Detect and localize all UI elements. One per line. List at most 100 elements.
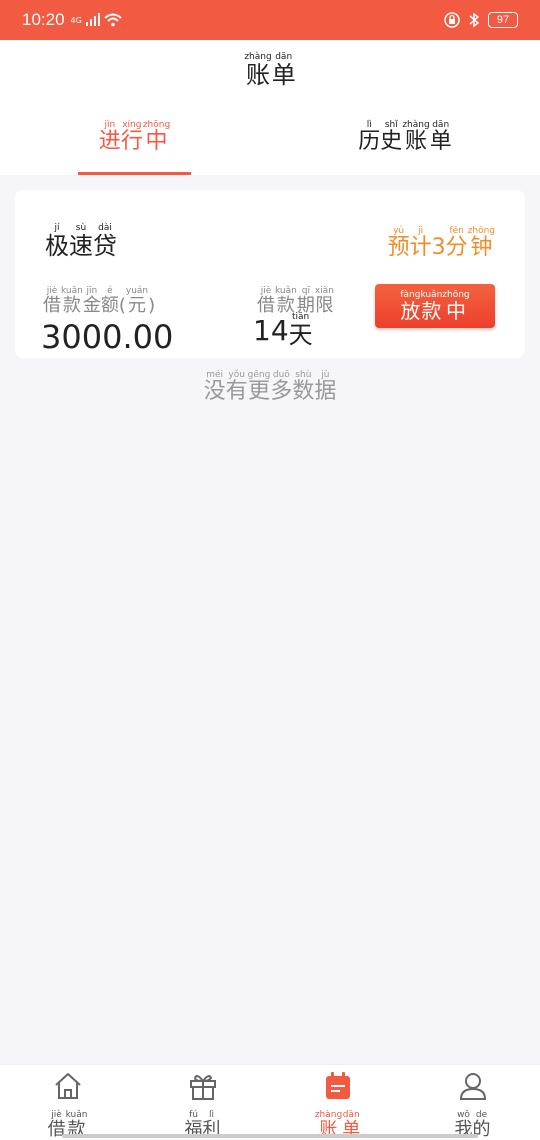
pinyin-char: duō 多 (270, 370, 292, 404)
hanzi: 据 (314, 379, 337, 404)
pinyin-char: jiè 借 (43, 286, 61, 316)
tab-history-bills[interactable]: lì 历 shǐ 史 zhàng 账 dān 单 (345, 120, 465, 154)
pinyin-char: zhōng 钟 (468, 226, 495, 260)
pinyin-char: zhàng 账 (244, 52, 271, 88)
pinyin-char: gēng 更 (248, 370, 271, 404)
hanzi: 单 (429, 129, 452, 154)
hanzi: 3 (431, 235, 446, 260)
term-value: 14 tiān 天 (253, 312, 313, 348)
hanzi: 历 (358, 129, 381, 154)
pinyin-char: lì 历 (358, 120, 380, 154)
bill-icon (321, 1069, 355, 1102)
header: zhàng 账 dān 单 jìn 进 xíng 行 zhōng 中 lì 历 shǐ 史 zhàng 账… (0, 40, 540, 175)
pinyin-char: é额 (101, 286, 119, 316)
hanzi: 借 (43, 295, 61, 316)
amount-value: 3000.00 (41, 318, 174, 356)
product-name: jí 极 sù 速 dài 贷 (45, 215, 117, 259)
pinyin-text: yù 预 jì 计 3 fēn 分 zhōng 钟 (388, 226, 495, 260)
pinyin-char: dān 单 (272, 52, 296, 88)
pinyin-char: tiān 天 (289, 312, 313, 348)
loan-card[interactable]: jí 极 sù 速 dài 贷 yù 预 jì 计 3 fēn 分 zhōng 钟 jiè 借 kuǎn 款 j… (15, 190, 525, 358)
hanzi: ( (118, 295, 126, 316)
pinyin-char: shù 数 (292, 370, 314, 404)
pinyin-text: fàng 放 kuǎn 款 zhōng 中 (400, 290, 469, 322)
pinyin-char: dài 贷 (93, 223, 117, 259)
pinyin-text: jìn 进 xíng 行 zhōng 中 (99, 120, 170, 154)
hanzi: 款 (421, 299, 442, 323)
pinyin-char: méi 没 (204, 370, 226, 404)
hanzi: 单 (271, 61, 296, 89)
term-label: jiè 借 kuǎn 款 qī 期 xiàn 限 (257, 278, 334, 316)
screen: 10:20 4G 97 zhàng 账 dān 单 jìn 进 xíng 行 z… (0, 0, 540, 1140)
signal-icon (85, 13, 100, 26)
status-left-icons: 4G (71, 13, 122, 27)
bottom-nav: jiè 借 kuǎn 款 fú 福 lì 利 zhàng 账 dān 单 wǒ … (0, 1064, 540, 1140)
pinyin-char: jí 极 (45, 223, 69, 259)
pinyin-char: jì 计 (410, 226, 432, 260)
no-more-data-text: méi 没 yǒu 有 gēng 更 duō 多 shù 数 jù 据 (0, 370, 540, 404)
status-time: 10:20 (22, 10, 65, 29)
pinyin-text: jí 极 sù 速 dài 贷 (45, 223, 117, 259)
nav-item-loan[interactable]: jiè 借 kuǎn 款 (0, 1065, 135, 1140)
battery-indicator: 97 (488, 12, 518, 28)
estimate-time: yù 预 jì 计 3 fēn 分 zhōng 钟 (388, 218, 495, 260)
hanzi: 放 (400, 299, 421, 323)
hanzi: 限 (315, 295, 334, 316)
pinyin-text: lì 历 shǐ 史 zhàng 账 dān 单 (358, 120, 451, 154)
hanzi: 天 (288, 321, 313, 349)
wifi-icon (104, 13, 122, 27)
hanzi: 数 (292, 379, 315, 404)
nav-item-welfare[interactable]: fú 福 lì 利 (135, 1065, 270, 1140)
term-number: 14 (253, 314, 289, 348)
pinyin-char: yǒu 有 (226, 370, 248, 404)
page-title: zhàng 账 dān 单 (0, 52, 540, 88)
pinyin-char: zhōng 中 (143, 120, 170, 154)
hanzi: 额 (100, 295, 119, 316)
tab-in-progress[interactable]: jìn 进 xíng 行 zhōng 中 (78, 120, 191, 154)
pinyin-text: zhàng 账 dān 单 (244, 52, 295, 88)
hanzi: 元 (128, 295, 147, 316)
pinyin-char: kuǎn 款 (61, 286, 83, 316)
pinyin-char: jìn 进 (99, 120, 121, 154)
pinyin-char: zhōng 中 (442, 290, 469, 322)
hanzi: 进 (98, 129, 121, 154)
hanzi: 史 (380, 129, 403, 154)
pinyin-text: méi 没 yǒu 有 gēng 更 duō 多 shù 数 jù 据 (204, 370, 337, 404)
home-icon (51, 1069, 85, 1102)
pinyin-text: jiè 借 kuǎn 款 jīn 金 é 额 (yuán 元 ) (43, 286, 155, 316)
nav-item-bill[interactable]: zhàng 账 dān 单 (270, 1065, 405, 1140)
pinyin-char: dān 单 (430, 120, 452, 154)
hanzi: 速 (69, 232, 93, 260)
hanzi: 账 (246, 61, 270, 89)
hanzi: 中 (145, 129, 168, 154)
hanzi: 贷 (93, 232, 117, 260)
nav-item-mine[interactable]: wǒ 我 de 的 (405, 1065, 540, 1140)
hanzi: 计 (409, 235, 432, 260)
pinyin-char: shǐ 史 (380, 120, 402, 154)
pinyin-char: sù 速 (69, 223, 93, 259)
hanzi: 有 (225, 379, 248, 404)
hanzi: 款 (62, 295, 81, 316)
hanzi: 钟 (470, 235, 493, 260)
hanzi: 分 (445, 235, 468, 260)
status-right-icons: 97 (444, 12, 518, 28)
pinyin-char: 3 (432, 226, 446, 260)
pinyin-char: xíng 行 (121, 120, 143, 154)
hanzi: 预 (387, 235, 410, 260)
tab-active-indicator (78, 172, 191, 175)
hanzi: 中 (445, 299, 466, 323)
pinyin-char: ( (119, 286, 126, 316)
hanzi: 极 (45, 232, 69, 260)
status-bar: 10:20 4G 97 (0, 0, 540, 40)
bluetooth-icon (469, 12, 480, 28)
user-icon (456, 1069, 490, 1102)
gift-icon (186, 1069, 220, 1102)
hanzi: 金 (82, 295, 101, 316)
hanzi: ) (148, 295, 156, 316)
network-type: 4G (70, 15, 82, 25)
pinyin-char: yuán 元 (126, 286, 148, 316)
lock-icon (444, 12, 460, 28)
hanzi: 账 (404, 129, 427, 154)
home-indicator (62, 1134, 478, 1138)
disbursing-button[interactable]: fàng 放 kuǎn 款 zhōng 中 (375, 284, 495, 328)
